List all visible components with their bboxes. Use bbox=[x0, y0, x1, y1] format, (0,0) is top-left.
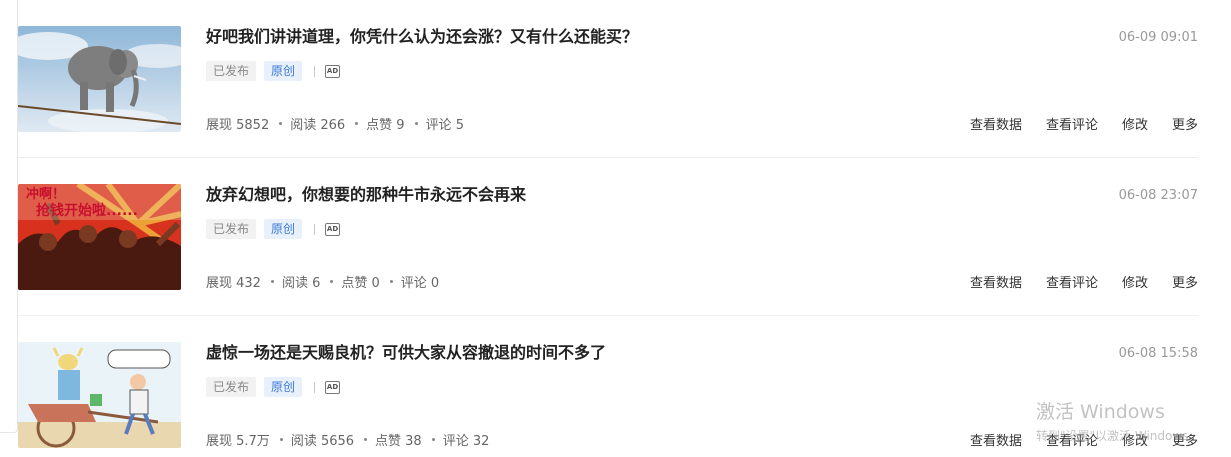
publish-time: 06-08 15:58 bbox=[1118, 346, 1198, 361]
likes-count: 点赞 9 bbox=[366, 118, 405, 133]
original-badge: 原创 bbox=[264, 219, 303, 239]
article-thumbnail[interactable] bbox=[18, 26, 181, 132]
impressions-count: 展现 5.7万 bbox=[206, 434, 270, 449]
tag-divider bbox=[314, 65, 316, 77]
edit-link[interactable]: 修改 bbox=[1122, 114, 1148, 133]
reads-count: 阅读 6 bbox=[281, 276, 321, 291]
more-link[interactable]: 更多 bbox=[1172, 430, 1198, 449]
impressions-count: 展现 5852 bbox=[206, 118, 270, 133]
view-data-link[interactable]: 查看数据 bbox=[970, 272, 1022, 291]
dot-separator bbox=[279, 122, 283, 125]
article-tags: 已发布 原创 AD bbox=[206, 61, 341, 81]
edit-link[interactable]: 修改 bbox=[1122, 430, 1148, 449]
view-comments-link[interactable]: 查看评论 bbox=[1046, 114, 1098, 133]
more-link[interactable]: 更多 bbox=[1172, 272, 1198, 291]
propaganda-image: 冲啊！ 抢钱开始啦...... bbox=[18, 184, 181, 290]
view-data-link[interactable]: 查看数据 bbox=[970, 114, 1022, 133]
article-list: 好吧我们讲讲道理，你凭什么认为还会涨？又有什么还能买？ 06-09 09:01 … bbox=[18, 0, 1198, 457]
cartoon-image bbox=[18, 342, 181, 448]
tag-divider bbox=[314, 223, 316, 235]
article-actions: 查看数据 查看评论 修改 更多 bbox=[970, 272, 1198, 291]
status-badge: 已发布 bbox=[206, 219, 257, 239]
article-stats: 展现 5852 阅读 266 点赞 9 评论 5 bbox=[206, 114, 464, 133]
article-actions: 查看数据 查看评论 修改 更多 bbox=[970, 114, 1198, 133]
left-sidebar-edge bbox=[0, 0, 18, 433]
dot-separator bbox=[364, 438, 368, 441]
elephant-image bbox=[18, 26, 181, 132]
status-badge: 已发布 bbox=[206, 61, 257, 81]
original-badge: 原创 bbox=[264, 61, 303, 81]
likes-count: 点赞 0 bbox=[341, 276, 380, 291]
dot-separator bbox=[389, 280, 393, 283]
article-item: 好吧我们讲讲道理，你凭什么认为还会涨？又有什么还能买？ 06-09 09:01 … bbox=[18, 0, 1198, 158]
dot-separator bbox=[355, 122, 359, 125]
thumb-text-2: 抢钱开始啦...... bbox=[36, 202, 138, 219]
article-title[interactable]: 放弃幻想吧，你想要的那种牛市永远不会再来 bbox=[206, 184, 526, 206]
article-manager-page: 好吧我们讲讲道理，你凭什么认为还会涨？又有什么还能买？ 06-09 09:01 … bbox=[0, 0, 1231, 457]
article-title[interactable]: 虚惊一场还是天赐良机？可供大家从容撤退的时间不多了 bbox=[206, 342, 606, 364]
more-link[interactable]: 更多 bbox=[1172, 114, 1198, 133]
article-tags: 已发布 原创 AD bbox=[206, 219, 341, 239]
article-tags: 已发布 原创 AD bbox=[206, 377, 341, 397]
dot-separator bbox=[270, 280, 274, 283]
dot-separator bbox=[330, 280, 334, 283]
ad-icon: AD bbox=[325, 222, 341, 236]
comments-count: 评论 32 bbox=[442, 434, 490, 449]
impressions-count: 展现 432 bbox=[206, 276, 261, 291]
article-stats: 展现 432 阅读 6 点赞 0 评论 0 bbox=[206, 272, 439, 291]
article-item: 虚惊一场还是天赐良机？可供大家从容撤退的时间不多了 06-08 15:58 已发… bbox=[18, 316, 1198, 457]
article-thumbnail[interactable] bbox=[18, 342, 181, 448]
dot-separator bbox=[279, 438, 283, 441]
edit-link[interactable]: 修改 bbox=[1122, 272, 1148, 291]
view-comments-link[interactable]: 查看评论 bbox=[1046, 430, 1098, 449]
reads-count: 阅读 266 bbox=[290, 118, 346, 133]
ad-icon: AD bbox=[325, 380, 341, 394]
original-badge: 原创 bbox=[264, 377, 303, 397]
thumb-text-1: 冲啊！ bbox=[26, 186, 65, 202]
status-badge: 已发布 bbox=[206, 377, 257, 397]
dot-separator bbox=[414, 122, 418, 125]
article-stats: 展现 5.7万 阅读 5656 点赞 38 评论 32 bbox=[206, 430, 489, 449]
comments-count: 评论 0 bbox=[400, 276, 440, 291]
reads-count: 阅读 5656 bbox=[290, 434, 355, 449]
likes-count: 点赞 38 bbox=[375, 434, 422, 449]
publish-time: 06-08 23:07 bbox=[1118, 188, 1198, 203]
view-data-link[interactable]: 查看数据 bbox=[970, 430, 1022, 449]
article-actions: 查看数据 查看评论 修改 更多 bbox=[970, 430, 1198, 449]
article-thumbnail[interactable]: 冲啊！ 抢钱开始啦...... bbox=[18, 184, 181, 290]
comments-count: 评论 5 bbox=[425, 118, 464, 133]
dot-separator bbox=[431, 438, 435, 441]
publish-time: 06-09 09:01 bbox=[1118, 30, 1198, 45]
tag-divider bbox=[314, 381, 316, 393]
view-comments-link[interactable]: 查看评论 bbox=[1046, 272, 1098, 291]
article-title[interactable]: 好吧我们讲讲道理，你凭什么认为还会涨？又有什么还能买？ bbox=[206, 26, 638, 48]
article-item: 冲啊！ 抢钱开始啦...... 放弃幻想吧，你想要的那种牛市永远不会再来 06-… bbox=[18, 158, 1198, 316]
ad-icon: AD bbox=[325, 64, 341, 78]
